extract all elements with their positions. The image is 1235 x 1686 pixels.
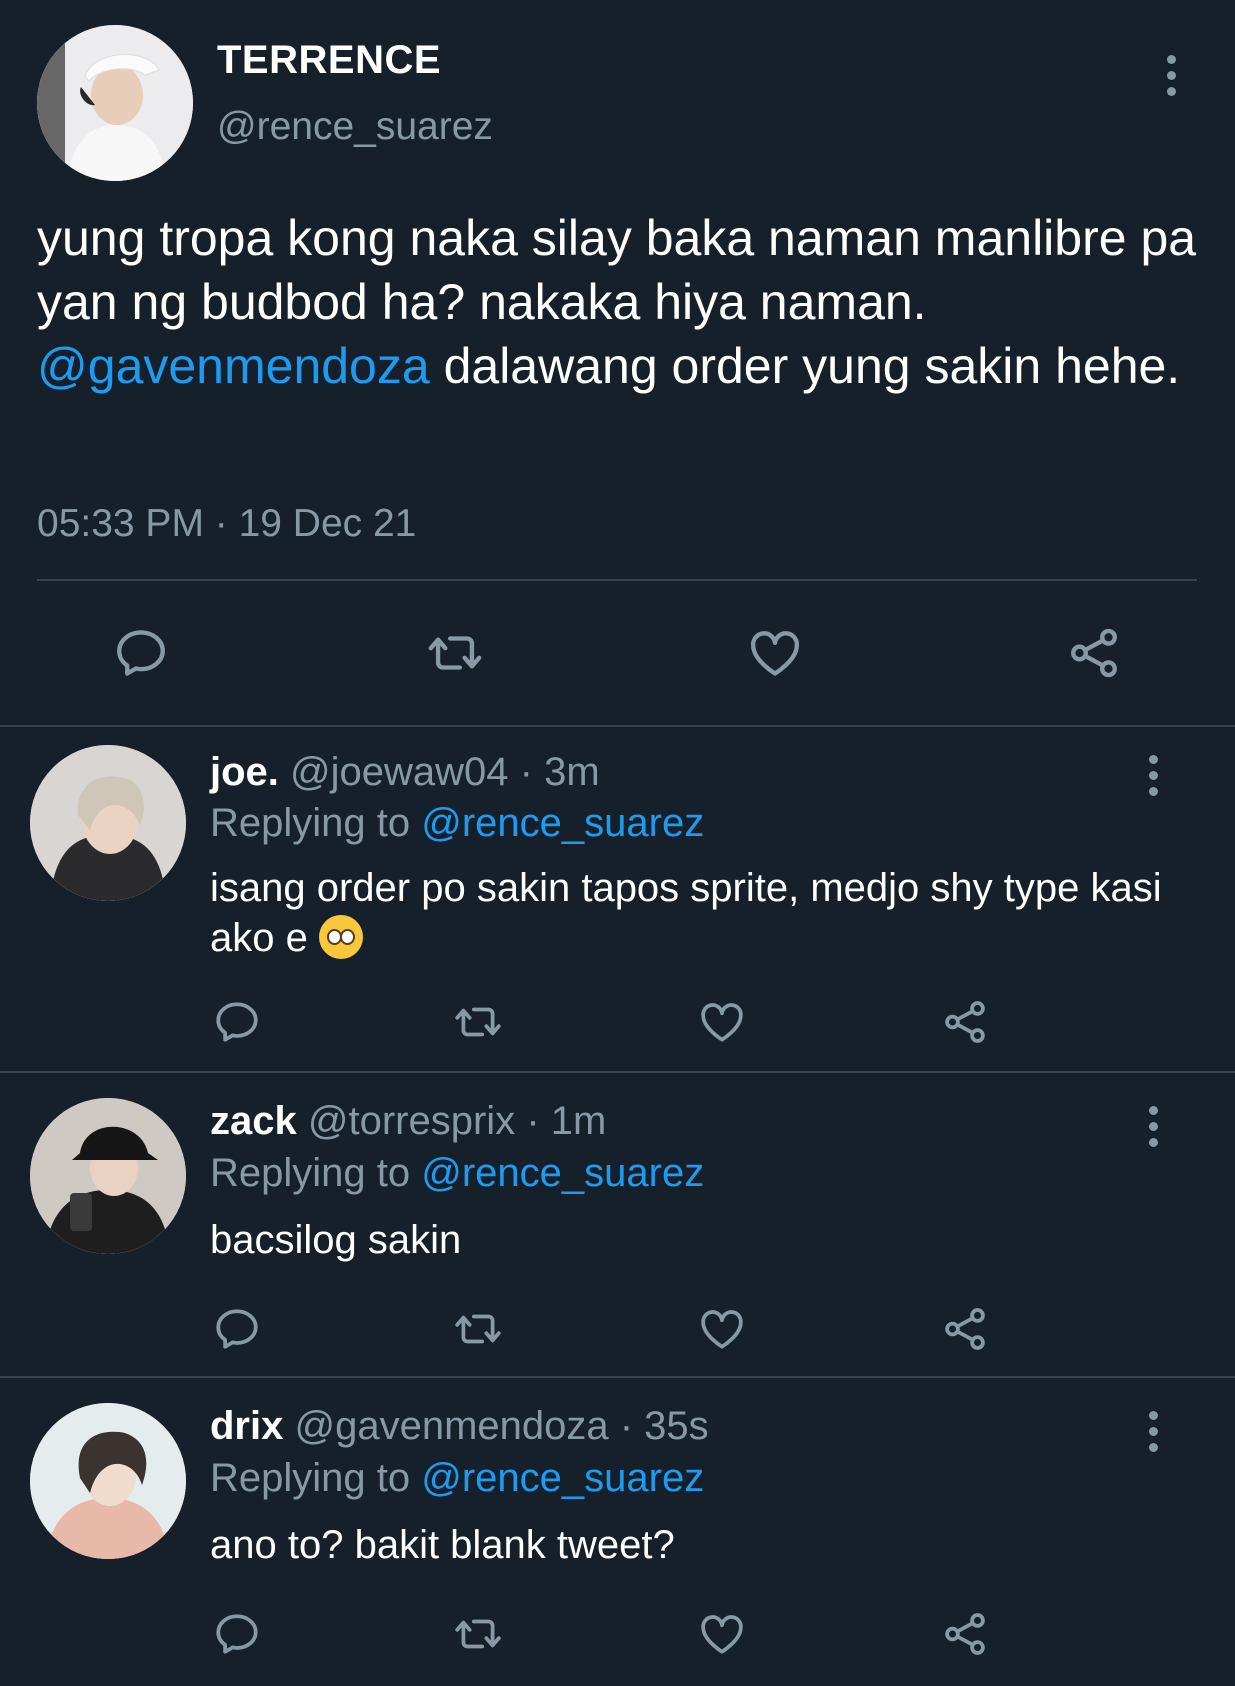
mention-link[interactable]: @rence_suarez xyxy=(421,1151,704,1195)
reply-time[interactable]: · 35s xyxy=(620,1404,709,1448)
replying-to: Replying to @rence_suarez xyxy=(210,1151,704,1196)
tweet-text-part: dalawang order yung sakin hehe. xyxy=(429,338,1181,394)
more-options-icon[interactable] xyxy=(1147,1106,1159,1147)
replying-label: Replying to xyxy=(210,1151,411,1195)
like-icon[interactable] xyxy=(696,997,748,1047)
retweet-icon[interactable] xyxy=(451,1304,505,1354)
replying-label: Replying to xyxy=(210,1456,411,1500)
share-icon[interactable] xyxy=(940,1304,990,1354)
author-handle[interactable]: @gavenmendoza xyxy=(294,1404,608,1448)
reply-tweet[interactable]: zack @torresprix · 1m Replying to @rence… xyxy=(0,1071,1235,1376)
mention-link[interactable]: @rence_suarez xyxy=(421,801,704,845)
avatar[interactable] xyxy=(30,1403,186,1559)
profile-photo-icon xyxy=(30,1098,186,1254)
reply-text: bacsilog sakin xyxy=(210,1218,462,1262)
share-icon[interactable] xyxy=(1065,624,1123,682)
retweet-icon[interactable] xyxy=(451,997,505,1047)
reply-icon[interactable] xyxy=(212,1609,262,1659)
profile-photo-icon xyxy=(30,745,186,901)
pleading-face-emoji-icon xyxy=(318,915,363,959)
avatar[interactable] xyxy=(37,25,193,181)
like-icon[interactable] xyxy=(696,1609,748,1659)
reply-icon[interactable] xyxy=(212,997,262,1047)
reply-header: zack @torresprix · 1m xyxy=(210,1099,606,1144)
reply-time[interactable]: · 3m xyxy=(520,750,600,794)
share-icon[interactable] xyxy=(940,997,990,1047)
avatar[interactable] xyxy=(30,1098,186,1254)
reply-time[interactable]: · 1m xyxy=(526,1099,606,1143)
tweet-text: yung tropa kong naka silay baka naman ma… xyxy=(37,206,1197,398)
like-icon[interactable] xyxy=(696,1304,748,1354)
tweet-text-part: yung tropa kong naka silay baka naman ma… xyxy=(37,210,1197,330)
replying-label: Replying to xyxy=(210,801,411,845)
reply-icon[interactable] xyxy=(112,624,170,682)
author-name[interactable]: zack xyxy=(210,1099,297,1143)
author-handle[interactable]: @torresprix xyxy=(308,1099,515,1143)
share-icon[interactable] xyxy=(940,1609,990,1659)
like-icon[interactable] xyxy=(745,624,805,682)
main-tweet: TERRENCE @rence_suarez yung tropa kong n… xyxy=(0,0,1235,725)
retweet-icon[interactable] xyxy=(424,624,486,682)
more-options-icon[interactable] xyxy=(1165,55,1177,96)
replying-to: Replying to @rence_suarez xyxy=(210,1456,704,1501)
author-handle[interactable]: @joewaw04 xyxy=(290,750,509,794)
more-options-icon[interactable] xyxy=(1147,1411,1159,1452)
divider xyxy=(37,579,1197,581)
reply-tweet[interactable]: joe. @joewaw04 · 3m Replying to @rence_s… xyxy=(0,725,1235,1071)
author-handle[interactable]: @rence_suarez xyxy=(217,105,493,149)
mention-link[interactable]: @gavenmendoza xyxy=(37,338,430,394)
retweet-icon[interactable] xyxy=(451,1609,505,1659)
reply-tweet[interactable]: drix @gavenmendoza · 35s Replying to @re… xyxy=(0,1376,1235,1686)
profile-photo-icon xyxy=(30,1403,186,1559)
replying-to: Replying to @rence_suarez xyxy=(210,801,704,846)
author-name[interactable]: drix xyxy=(210,1404,283,1448)
reply-text: ano to? bakit blank tweet? xyxy=(210,1523,675,1567)
reply-header: drix @gavenmendoza · 35s xyxy=(210,1404,709,1449)
author-name[interactable]: joe. xyxy=(210,750,279,794)
author-name[interactable]: TERRENCE xyxy=(217,38,441,83)
avatar[interactable] xyxy=(30,745,186,901)
more-options-icon[interactable] xyxy=(1147,755,1159,796)
reply-text: isang order po sakin tapos sprite, medjo… xyxy=(210,863,1170,963)
reply-icon[interactable] xyxy=(212,1304,262,1354)
reply-header: joe. @joewaw04 · 3m xyxy=(210,750,600,795)
profile-photo-icon xyxy=(37,25,193,181)
tweet-timestamp[interactable]: 05:33 PM · 19 Dec 21 xyxy=(37,502,416,546)
mention-link[interactable]: @rence_suarez xyxy=(421,1456,704,1500)
